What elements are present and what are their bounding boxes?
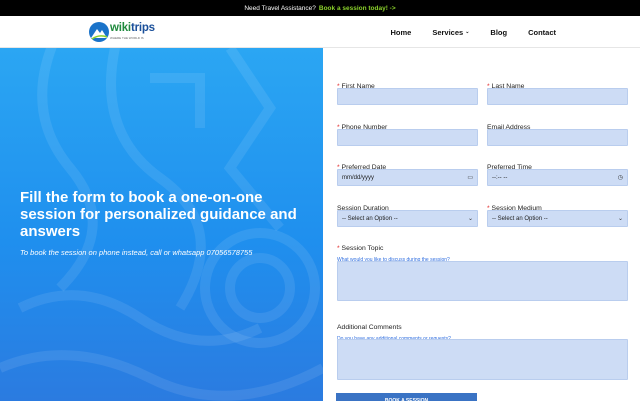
chevron-down-icon: ⌄ xyxy=(465,29,470,35)
date-placeholder: mm/dd/yyyy xyxy=(342,174,375,181)
nav-item-blog[interactable]: Blog xyxy=(490,28,507,37)
site-header: wikitrips WHERE THE WORLD IS Home Servic… xyxy=(0,16,640,48)
logo-tagline: WHERE THE WORLD IS xyxy=(110,36,144,40)
book-session-button[interactable]: BOOK A SESSION xyxy=(336,393,477,401)
chevron-down-icon: ⌄ xyxy=(617,216,623,222)
duration-select[interactable]: -- Select an Option -- ⌄ xyxy=(337,210,478,227)
chevron-down-icon: ⌄ xyxy=(467,216,473,222)
first-name-field[interactable] xyxy=(337,88,478,105)
phone-field[interactable] xyxy=(337,129,478,146)
announcement-text: Need Travel Assistance? xyxy=(244,4,316,12)
last-name-field[interactable] xyxy=(487,88,628,105)
hero-title: Fill the form to book a one-on-one sessi… xyxy=(20,189,297,240)
calendar-icon[interactable]: ▭ xyxy=(467,174,473,181)
nav-item-services[interactable]: Services ⌄ xyxy=(432,28,469,37)
time-field[interactable]: --:-- -- ◷ xyxy=(487,169,628,186)
site-logo[interactable]: wikitrips WHERE THE WORLD IS xyxy=(89,21,155,43)
announcement-bar: Need Travel Assistance? Book a session t… xyxy=(0,0,640,16)
medium-select[interactable]: -- Select an Option -- ⌄ xyxy=(487,210,628,227)
nav-item-contact[interactable]: Contact xyxy=(528,28,556,37)
date-field[interactable]: mm/dd/yyyy ▭ xyxy=(337,169,478,186)
topic-label: * Session Topic What would you like to d… xyxy=(337,245,450,263)
topic-textarea[interactable] xyxy=(337,261,628,301)
nav-item-home[interactable]: Home xyxy=(390,28,411,37)
time-placeholder: --:-- -- xyxy=(492,174,508,181)
booking-form: * First Name * Last Name * Phone Number … xyxy=(323,48,640,401)
duration-selected: -- Select an Option -- xyxy=(342,215,398,222)
hero-panel: Fill the form to book a one-on-one sessi… xyxy=(0,48,323,401)
clock-icon[interactable]: ◷ xyxy=(618,174,623,181)
email-field[interactable] xyxy=(487,129,628,146)
logo-wordmark: wikitrips xyxy=(110,22,155,34)
logo-mark-icon xyxy=(89,22,109,42)
main-nav: Home Services ⌄ Blog Contact xyxy=(390,16,556,48)
hero-subtitle[interactable]: To book the session on phone instead, ca… xyxy=(20,248,252,257)
book-session-link[interactable]: Book a session today! -> xyxy=(319,5,396,12)
medium-selected: -- Select an Option -- xyxy=(492,215,548,222)
comments-textarea[interactable] xyxy=(337,339,628,380)
